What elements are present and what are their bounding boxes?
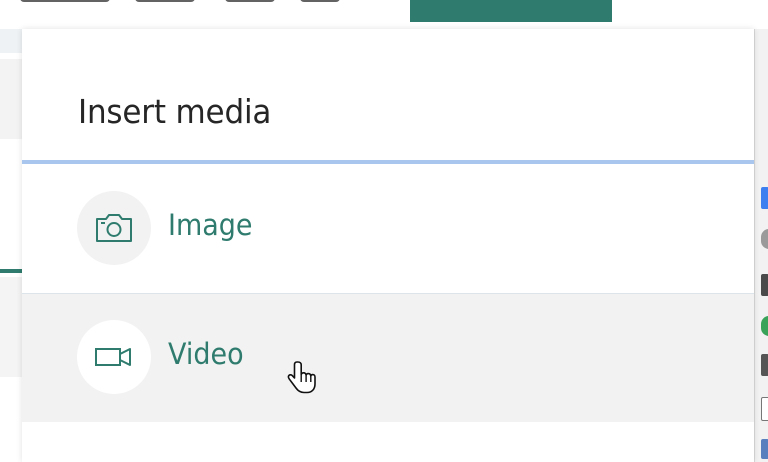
background-accent-line	[0, 269, 22, 273]
toolbar-icon[interactable]	[761, 316, 768, 336]
image-option-label: Image	[168, 208, 253, 242]
background-primary-button[interactable]	[410, 0, 612, 22]
background-text-fragment	[135, 0, 195, 2]
camera-icon	[96, 214, 132, 242]
panel-title: Insert media	[78, 92, 272, 131]
insert-media-panel: Insert media Image Video	[22, 29, 754, 462]
toolbar-icon[interactable]	[761, 439, 768, 459]
background-right-toolbar	[754, 29, 768, 462]
header-divider	[22, 160, 754, 164]
toolbar-icon[interactable]	[761, 187, 768, 209]
toolbar-icon[interactable]	[761, 354, 768, 376]
insert-image-option[interactable]: Image	[22, 165, 754, 294]
background-left-column	[0, 29, 22, 462]
toolbar-icon[interactable]	[761, 274, 768, 296]
background-text-fragment	[225, 0, 275, 2]
video-camera-icon	[95, 348, 131, 366]
background-band	[0, 29, 22, 53]
panel-header: Insert media	[22, 29, 754, 161]
background-text-fragment	[300, 0, 340, 2]
insert-video-option[interactable]: Video	[22, 294, 754, 422]
image-icon-badge	[77, 191, 151, 265]
background-band	[0, 59, 22, 139]
background-band	[0, 277, 22, 377]
app-stage: Insert media Image Video	[0, 0, 768, 462]
hand-pointer-cursor-icon	[287, 361, 316, 394]
video-icon-badge	[77, 320, 151, 394]
video-option-label: Video	[168, 337, 244, 371]
background-top-bar	[0, 0, 768, 29]
toolbar-icon[interactable]	[761, 229, 768, 249]
toolbar-icon[interactable]	[761, 397, 768, 421]
background-text-fragment	[20, 0, 110, 2]
